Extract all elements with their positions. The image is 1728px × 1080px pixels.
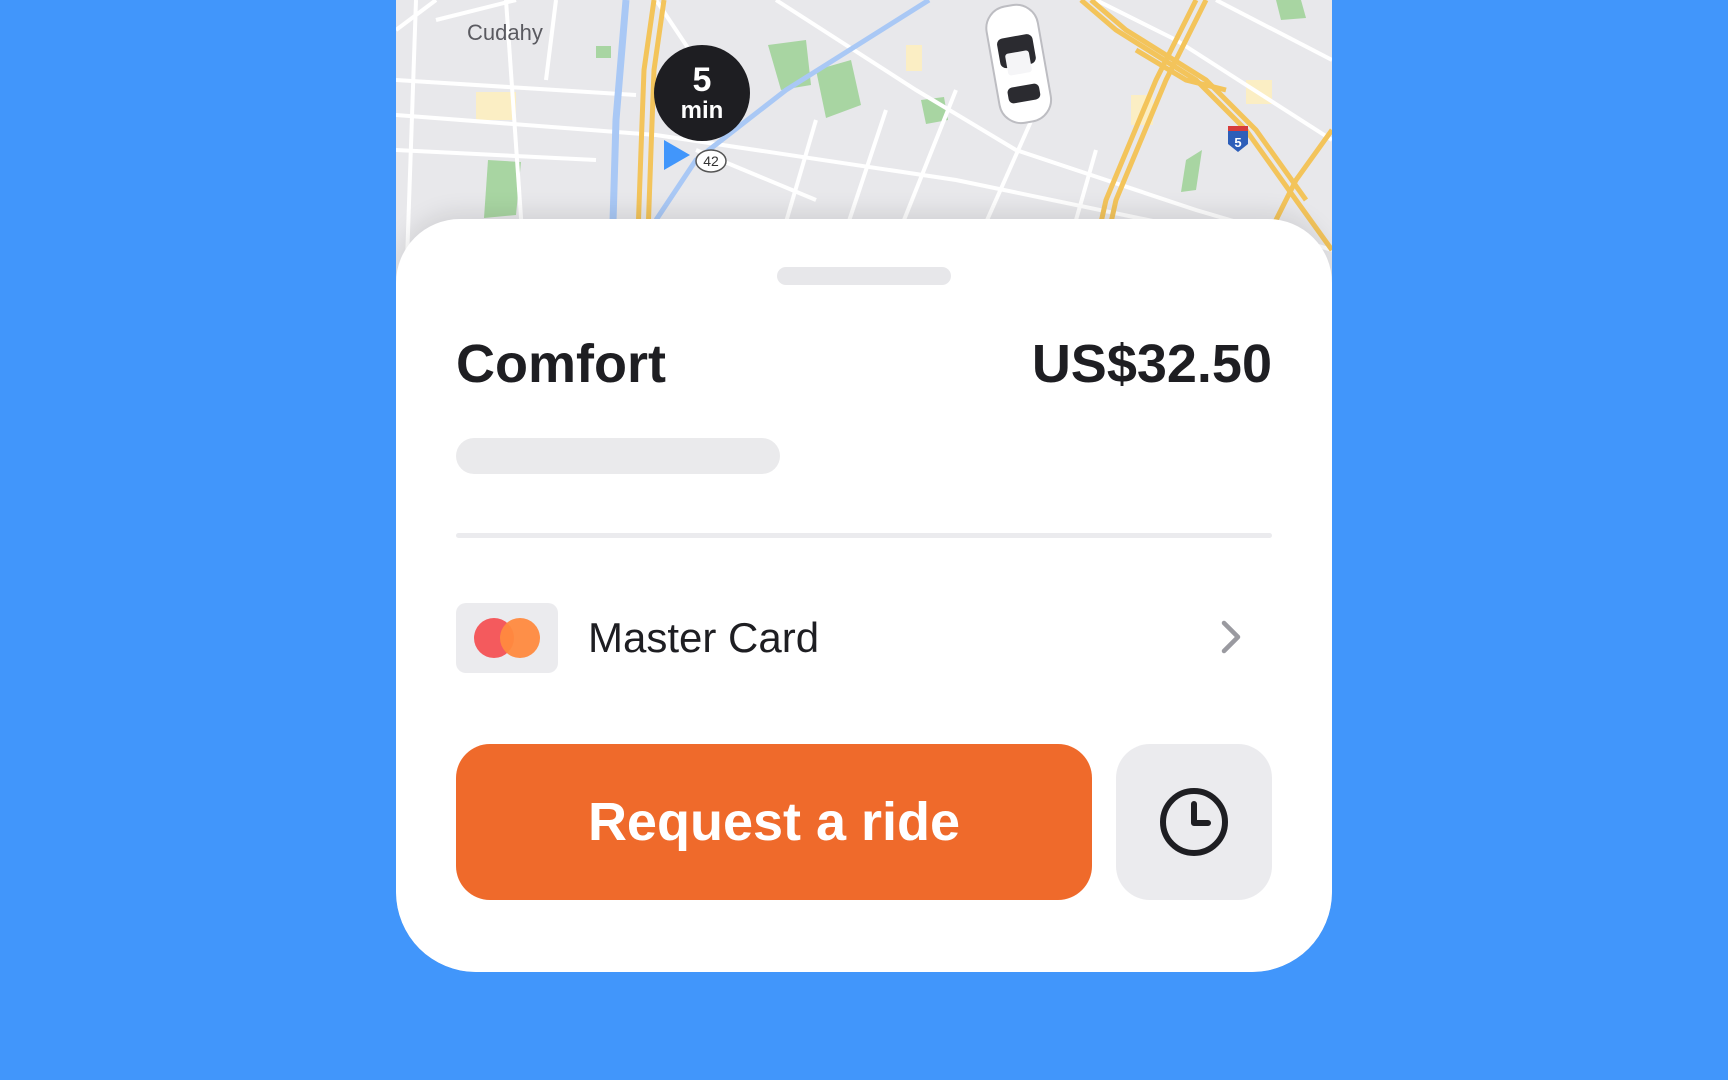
route-shield: 42 bbox=[703, 153, 719, 169]
payment-method-label: Master Card bbox=[588, 614, 820, 661]
interstate-shield: 5 bbox=[1234, 135, 1241, 150]
ride-price: US$32.50 bbox=[1031, 334, 1272, 394]
schedule-ride-button[interactable] bbox=[1116, 744, 1272, 900]
eta-value: 5 bbox=[692, 61, 712, 99]
payment-method-row[interactable]: Master Card bbox=[456, 603, 1272, 673]
clock-icon bbox=[1160, 788, 1228, 856]
ride-class-title: Comfort bbox=[456, 334, 666, 394]
mastercard-logo-icon bbox=[456, 603, 558, 673]
city-label: Cudahy bbox=[467, 20, 543, 45]
chevron-right-icon bbox=[1221, 620, 1241, 654]
phone-frame: 5 42 Cudahy 5 min Comfort US$32.50 Maste… bbox=[396, 0, 1332, 972]
ride-sheet: Comfort US$32.50 Master Card Request a r… bbox=[396, 219, 1332, 972]
divider bbox=[456, 533, 1272, 538]
request-ride-button[interactable]: Request a ride bbox=[456, 744, 1092, 900]
loading-placeholder bbox=[456, 438, 780, 474]
drag-handle[interactable] bbox=[777, 267, 951, 285]
eta-badge: 5 min bbox=[654, 45, 750, 141]
eta-unit: min bbox=[680, 97, 724, 124]
